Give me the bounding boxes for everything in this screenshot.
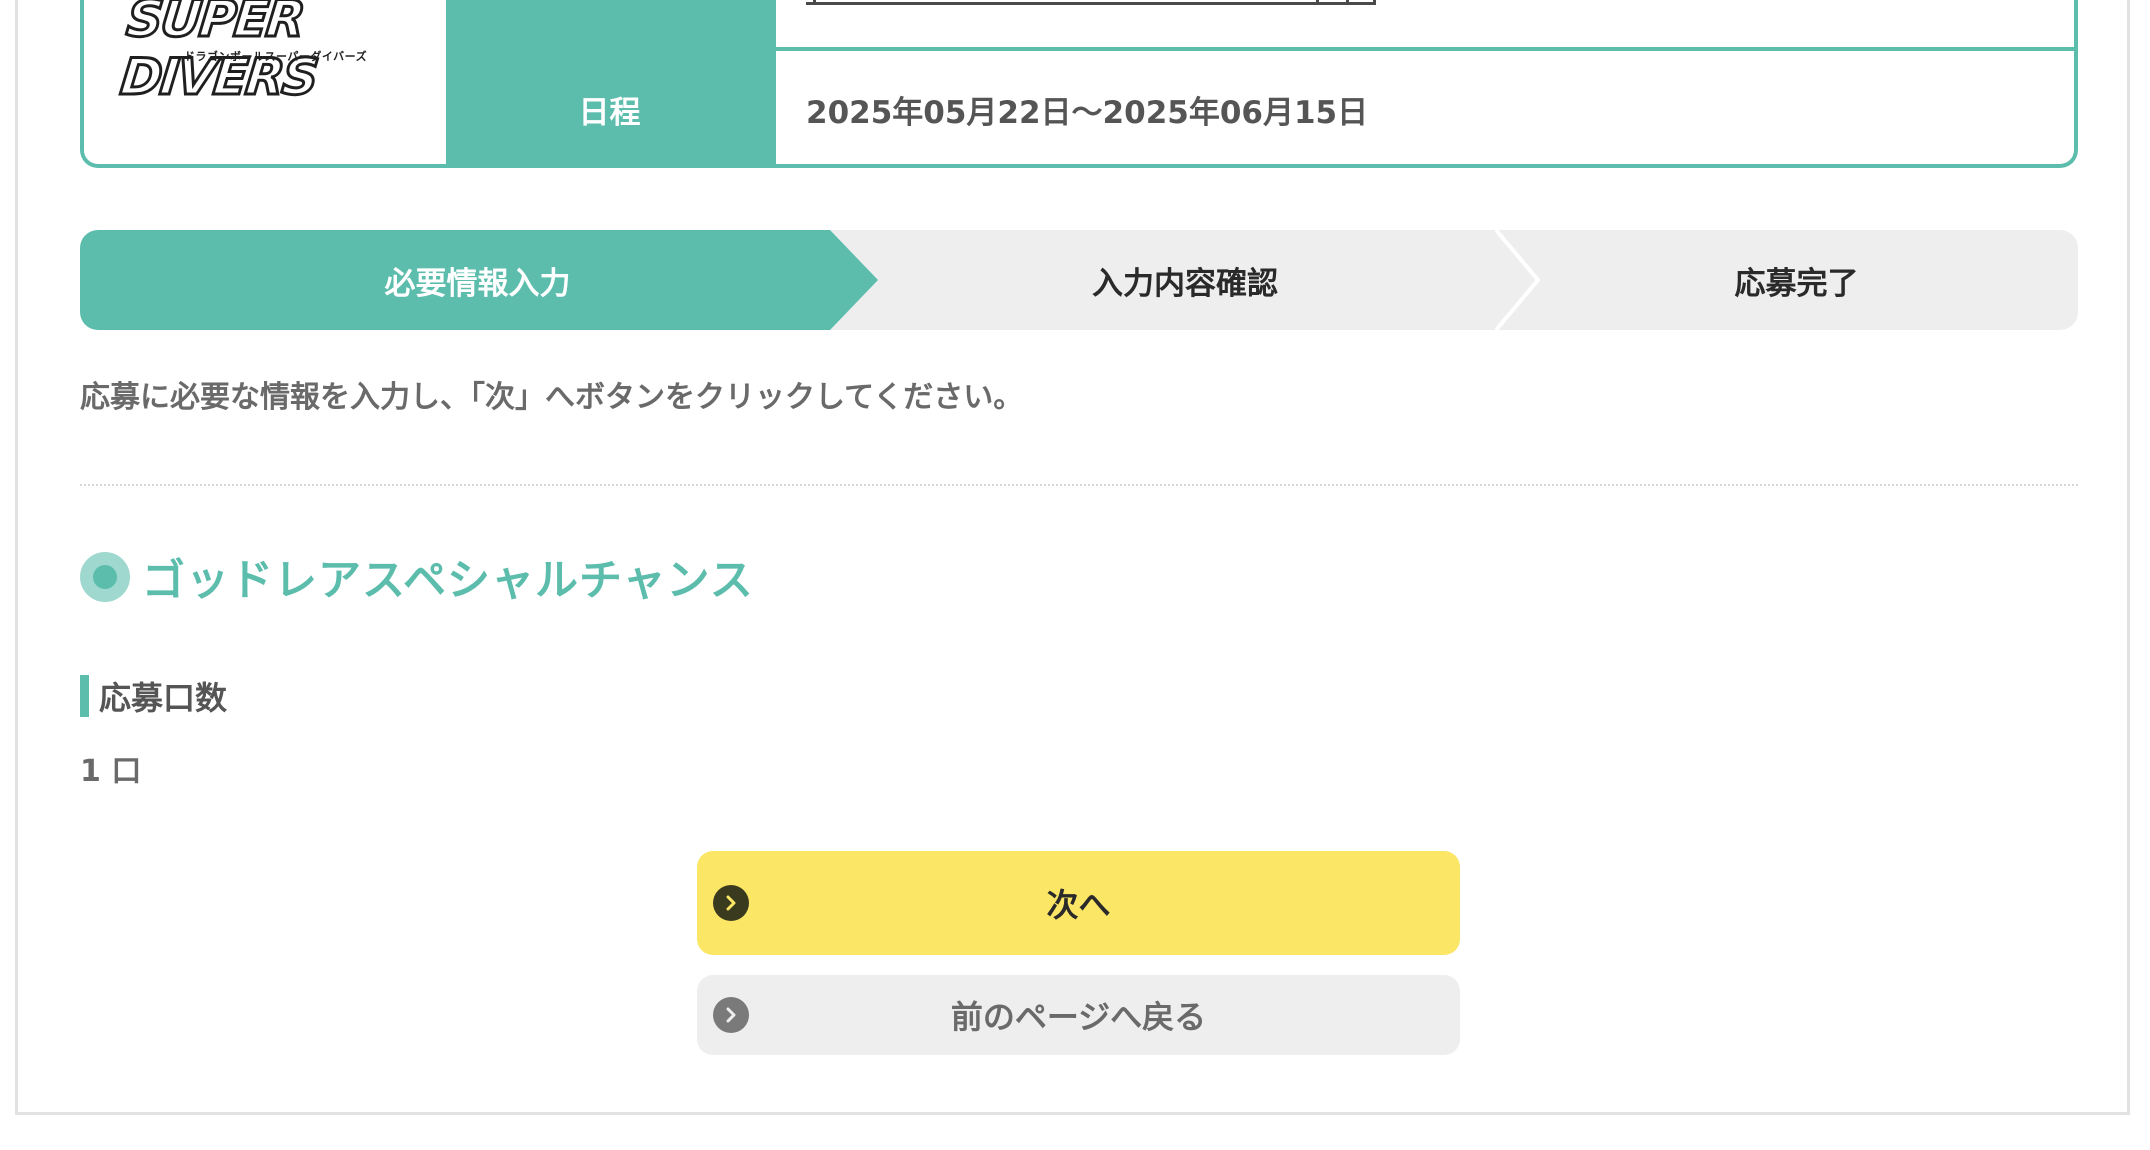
instruction-text: 応募に必要な情報を入力し、「次」へボタンをクリックしてください。 <box>80 380 1024 415</box>
field-label-bar <box>80 675 89 717</box>
info-row-schedule: 日程 2025年05月22日〜2025年06月15日 <box>446 51 2074 164</box>
schedule-label: 日程 <box>446 51 773 164</box>
field-label-text: 応募口数 <box>99 679 228 717</box>
step-input: 必要情報入力 <box>384 265 571 302</box>
logo-cell: SUPER DIVERS ドラゴンボールスーパーダイバーズ <box>84 0 446 164</box>
step-separator-chevron <box>1494 230 1541 330</box>
next-button[interactable]: 次へ <box>697 851 1460 955</box>
cut-off-text-line <box>806 2 1376 5</box>
next-button-label: 次へ <box>1046 886 1111 924</box>
info-row-top-label <box>446 0 773 47</box>
chevron-right-icon <box>713 885 749 921</box>
step-complete: 応募完了 <box>1734 265 1859 302</box>
entries-value: 1 口 <box>80 754 142 789</box>
step-indicator: 必要情報入力 入力内容確認 応募完了 <box>80 230 2078 330</box>
schedule-value: 2025年05月22日〜2025年06月15日 <box>773 51 2074 164</box>
field-label-entries: 応募口数 <box>80 675 227 717</box>
circle-bullet-icon <box>80 552 130 602</box>
chevron-right-icon <box>713 997 749 1033</box>
back-button[interactable]: 前のページへ戻る <box>697 975 1460 1055</box>
section-title: ゴッドレアスペシャルチャンス <box>142 556 754 606</box>
event-info-table: SUPER DIVERS ドラゴンボールスーパーダイバーズ 日程 2025年05… <box>80 0 2078 168</box>
logo-sub-text: ドラゴンボールスーパーダイバーズ <box>184 50 368 63</box>
event-logo: SUPER DIVERS ドラゴンボールスーパーダイバーズ <box>116 0 414 108</box>
dotted-divider <box>80 484 2078 486</box>
back-button-label: 前のページへ戻る <box>950 998 1207 1036</box>
info-row-top <box>446 0 2074 51</box>
section-heading: ゴッドレアスペシャルチャンス <box>80 547 754 607</box>
info-row-top-value <box>773 0 2074 47</box>
step-confirm: 入力内容確認 <box>1092 265 1278 302</box>
